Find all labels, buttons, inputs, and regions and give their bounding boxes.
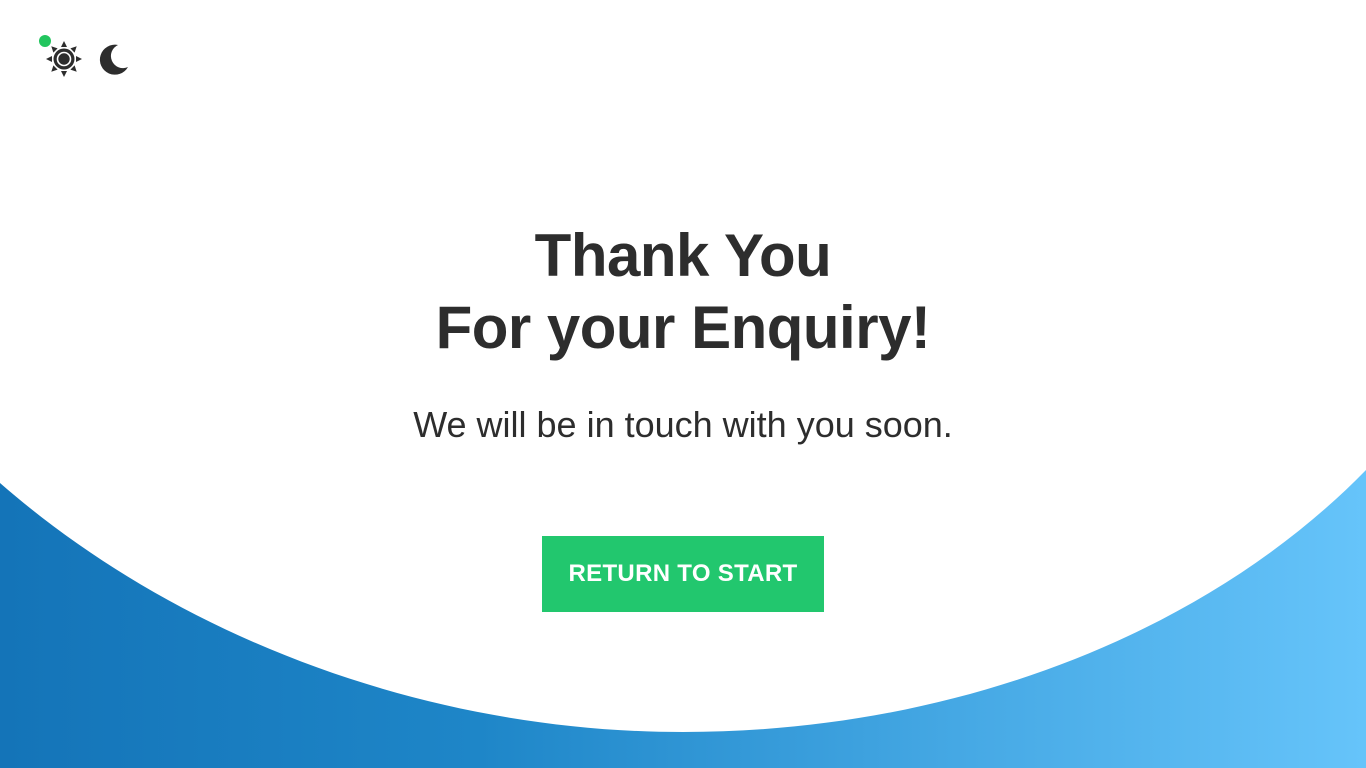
headline-line-1: Thank You [534,222,832,289]
subtitle: We will be in touch with you soon. [413,404,953,445]
thank-you-content: Thank You For your Enquiry! We will be i… [0,220,1366,448]
page-title: Thank You For your Enquiry! [0,220,1366,364]
theme-toggle [38,34,138,84]
return-to-start-button[interactable]: RETURN TO START [542,536,824,612]
headline-line-2: For your Enquiry! [435,294,931,361]
page: Thank You For your Enquiry! We will be i… [0,0,1366,768]
moon-icon[interactable] [96,43,130,77]
status-dot [39,35,51,47]
sun-icon[interactable] [46,41,82,77]
